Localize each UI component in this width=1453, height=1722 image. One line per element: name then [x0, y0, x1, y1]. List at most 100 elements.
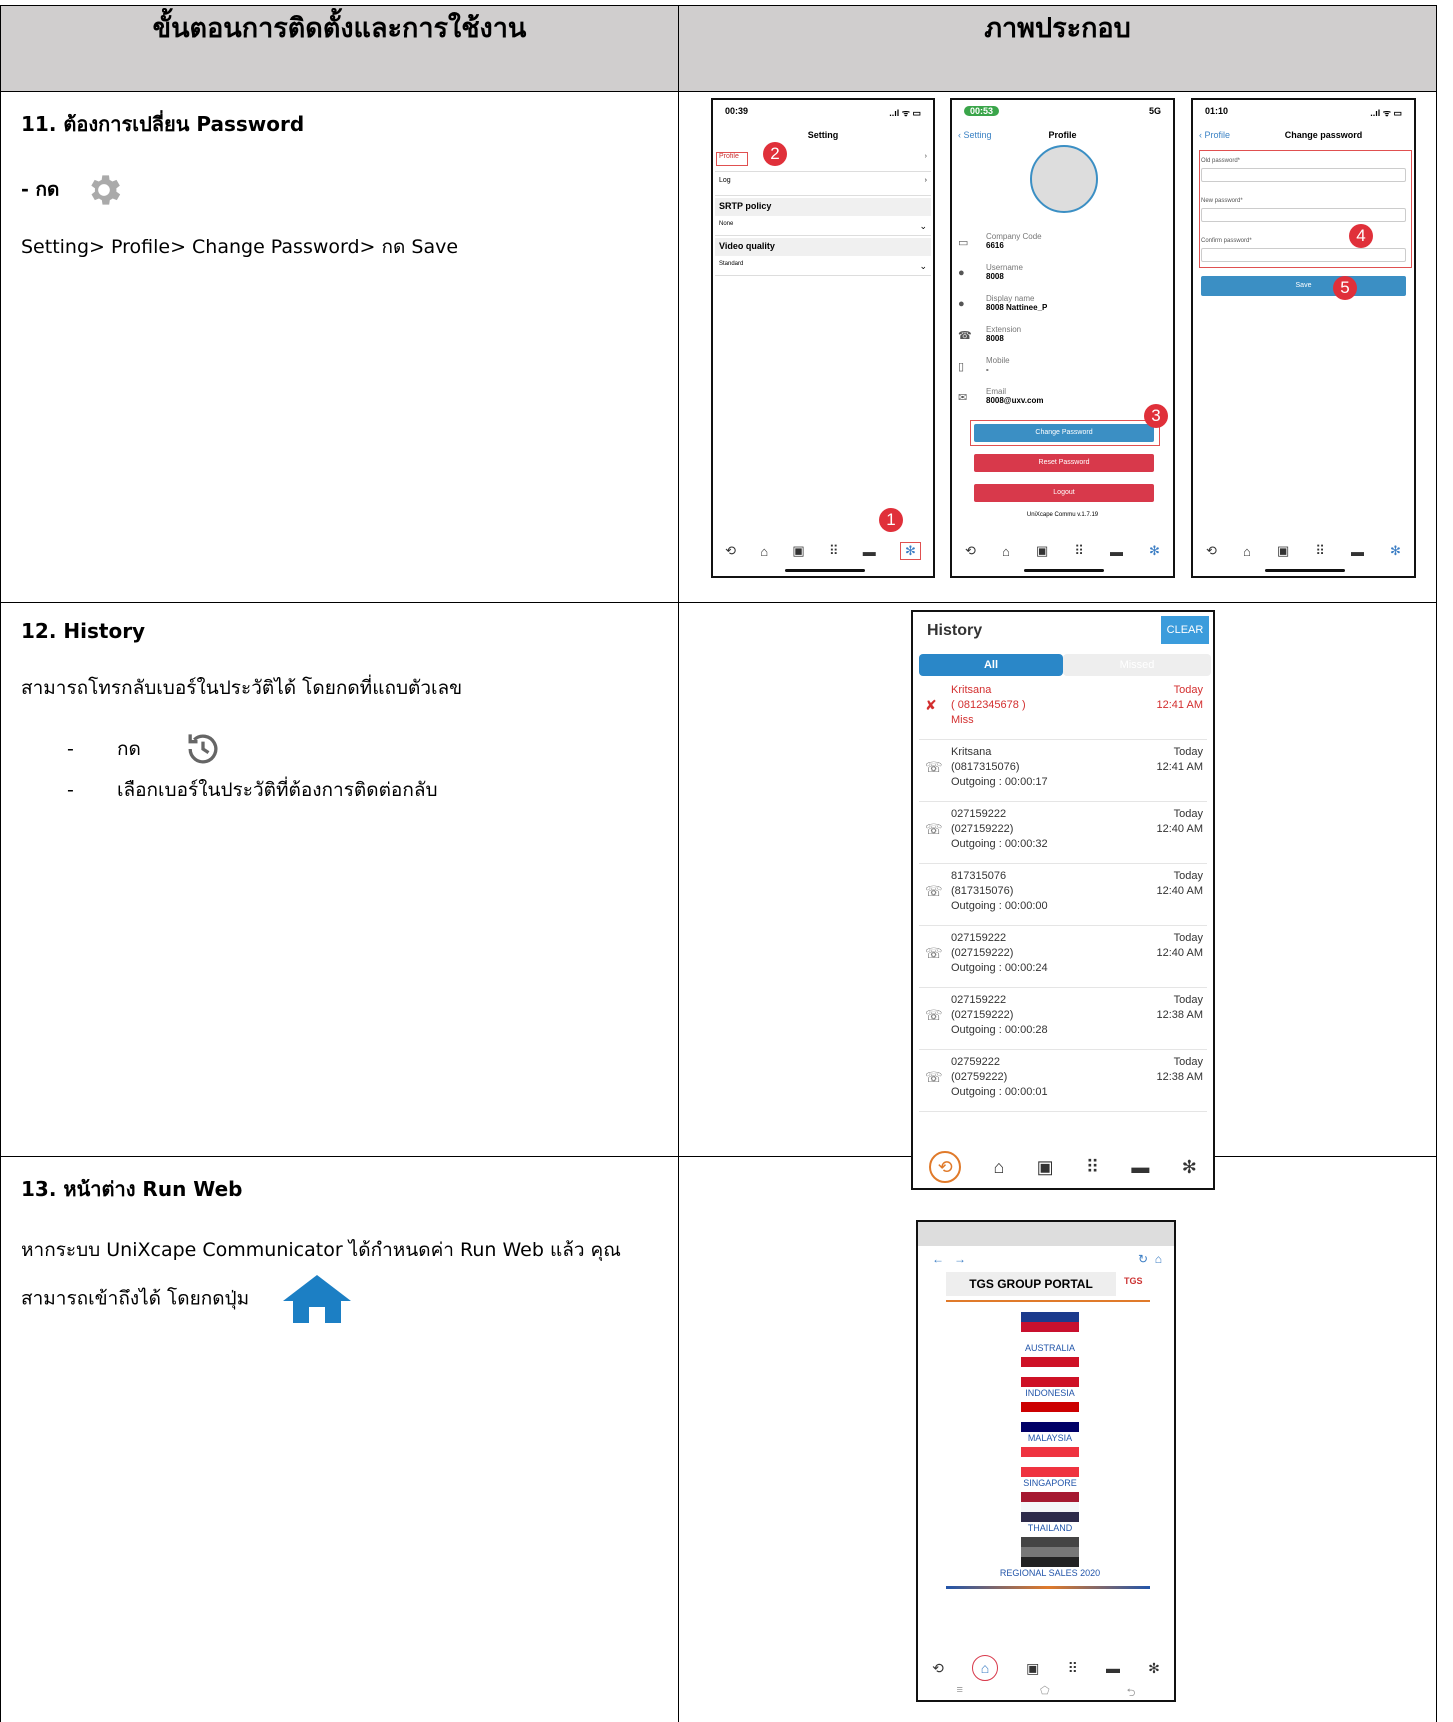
step-badge-4: 4: [1349, 224, 1373, 248]
person-icon: ●: [958, 267, 965, 279]
dialpad-tab-icon[interactable]: ⠿: [1068, 1660, 1078, 1677]
country-flag-image[interactable]: [1021, 1492, 1079, 1522]
history-entry[interactable]: ☏ 817315076 (817315076) Outgoing : 00:00:00…: [919, 864, 1207, 926]
chat-tab-icon[interactable]: ▬: [1110, 544, 1123, 559]
reset-password-button[interactable]: Reset Password: [974, 454, 1154, 472]
srtp-select[interactable]: None ⌄: [715, 218, 931, 236]
history-tab-icon[interactable]: ⟲: [1206, 543, 1217, 559]
chat-tab-icon[interactable]: ▬: [863, 544, 876, 559]
caller-number: (027159222): [951, 947, 1014, 959]
step12-bullet-2: - เลือกเบอร์ในประวัติที่ต้องการติดต่อกลั…: [67, 779, 438, 801]
chat-tab-icon[interactable]: ▬: [1351, 544, 1364, 559]
caller-number: (027159222): [951, 823, 1014, 835]
chevron-right-icon: ›: [924, 177, 927, 184]
chat-tab-icon[interactable]: ▬: [1106, 1660, 1120, 1676]
settings-tab-icon[interactable]: ✻: [899, 542, 921, 560]
home-tab-icon[interactable]: ⌂: [971, 1655, 998, 1681]
call-time: 12:40 AM: [1156, 947, 1203, 959]
chevron-down-icon: ⌄: [919, 261, 927, 271]
contacts-tab-icon[interactable]: ▣: [1026, 1660, 1039, 1677]
country-label[interactable]: MALAYSIA: [988, 1433, 1112, 1443]
person-icon: ●: [958, 298, 965, 310]
history-tab-icon[interactable]: ⟲: [932, 1660, 944, 1677]
history-entry[interactable]: ☏ 027159222 (027159222) Outgoing : 00:00:32…: [919, 802, 1207, 864]
contacts-tab-icon[interactable]: ▣: [1037, 1157, 1054, 1178]
company-code-field: ▭ Company Code 6616: [958, 232, 1042, 250]
badge-icon: ▭: [958, 237, 969, 249]
contacts-tab-icon[interactable]: ▣: [792, 543, 804, 559]
log-row[interactable]: Log ›: [715, 174, 931, 196]
history-entry[interactable]: ☏ 027159222 (027159222) Outgoing : 00:00:24…: [919, 926, 1207, 988]
country-label[interactable]: AUSTRALIA: [988, 1343, 1112, 1353]
dialpad-tab-icon[interactable]: ⠿: [829, 543, 839, 559]
confirm-password-input[interactable]: [1201, 248, 1406, 262]
back-icon[interactable]: ⮌: [1127, 1684, 1136, 1700]
dialpad-tab-icon[interactable]: ⠿: [1086, 1157, 1099, 1178]
back-to-profile[interactable]: ‹ Profile: [1199, 130, 1230, 140]
nav-arrows[interactable]: ← →: [932, 1252, 966, 1266]
phone-icon: ☎: [958, 330, 972, 342]
chat-tab-icon[interactable]: ▬: [1131, 1157, 1149, 1178]
clear-button[interactable]: CLEAR: [1161, 616, 1209, 644]
home-icon: [283, 1275, 352, 1323]
outgoing-call-icon: ☏: [925, 945, 943, 961]
new-password-input[interactable]: [1201, 208, 1406, 222]
change-password-button[interactable]: Change Password: [974, 424, 1154, 442]
history-icon: [188, 734, 218, 764]
email-field: ✉ Email 8008@uxv.com: [958, 387, 1044, 405]
menu-icon[interactable]: ≡: [957, 1684, 963, 1700]
home-tab-icon[interactable]: ⌂: [993, 1157, 1004, 1178]
logout-button[interactable]: Logout: [974, 484, 1154, 502]
header-illustration: ภาพประกอบ: [678, 5, 1437, 92]
status-bar: [918, 1222, 1174, 1246]
step13-text-cell: 13. หน้าต่าง Run Web หากระบบ UniXcape Co…: [0, 1156, 679, 1722]
call-time: 12:41 AM: [1156, 761, 1203, 773]
dialpad-tab-icon[interactable]: ⠿: [1074, 543, 1084, 559]
caller-name: 02759222: [951, 1056, 1000, 1068]
country-label[interactable]: SINGAPORE: [988, 1478, 1112, 1488]
history-screen: History CLEAR All Missed ✘ Kritsana ( 0812…: [911, 610, 1215, 1190]
video-select[interactable]: Standard ⌄: [715, 258, 931, 276]
dialpad-tab-icon[interactable]: ⠿: [1315, 543, 1325, 559]
call-day: Today: [1173, 932, 1203, 944]
save-button[interactable]: Save: [1201, 276, 1406, 296]
settings-tab-icon[interactable]: ✻: [1182, 1157, 1197, 1178]
country-flag-image[interactable]: [1021, 1357, 1079, 1387]
country-flag-image[interactable]: [1021, 1447, 1079, 1477]
country-label[interactable]: REGIONAL SALES 2020: [988, 1568, 1112, 1578]
history-entry[interactable]: ☏ 027159222 (027159222) Outgoing : 00:00:28…: [919, 988, 1207, 1050]
username-field: ● Username 8008: [958, 263, 1023, 281]
history-entry[interactable]: ✘ Kritsana ( 0812345678 ) Miss Today 12:41 AM: [919, 678, 1207, 740]
call-time: 12:38 AM: [1156, 1071, 1203, 1083]
home-tab-icon[interactable]: ⌂: [1002, 544, 1010, 559]
history-entry[interactable]: ☏ Kritsana (0817315076) Outgoing : 00:00:17…: [919, 740, 1207, 802]
contacts-tab-icon[interactable]: ▣: [1036, 543, 1048, 559]
tab-all[interactable]: All: [919, 654, 1063, 676]
history-entry[interactable]: ☏ 02759222 (02759222) Outgoing : 00:00:01 To…: [919, 1050, 1207, 1112]
country-flag-image[interactable]: [1021, 1402, 1079, 1432]
settings-tab-icon[interactable]: ✻: [1149, 543, 1160, 559]
history-tab-icon[interactable]: ⟲: [929, 1151, 962, 1183]
home-button-icon[interactable]: ⬠: [1040, 1684, 1050, 1700]
settings-tab-icon[interactable]: ✻: [1148, 1660, 1160, 1677]
tab-missed[interactable]: Missed: [1063, 654, 1211, 676]
home-tab-icon[interactable]: ⌂: [1243, 544, 1251, 559]
outgoing-call-icon: ☏: [925, 759, 943, 775]
contacts-tab-icon[interactable]: ▣: [1277, 543, 1289, 559]
avatar: [1030, 145, 1098, 213]
country-flag-image[interactable]: [1021, 1312, 1079, 1342]
old-password-input[interactable]: [1201, 168, 1406, 182]
history-tab-icon[interactable]: ⟲: [725, 543, 736, 559]
country-label[interactable]: THAILAND: [988, 1523, 1112, 1533]
chevron-down-icon: ⌄: [919, 221, 927, 231]
reload-home-icons[interactable]: ↻ ⌂: [1138, 1252, 1162, 1266]
step11-title: 11. ต้องการเปลี่ยน Password: [21, 112, 305, 136]
settings-tab-icon[interactable]: ✻: [1390, 543, 1401, 559]
history-tab-icon[interactable]: ⟲: [965, 543, 976, 559]
call-status: Outgoing : 00:00:00: [951, 900, 1048, 912]
country-flag-image[interactable]: [1021, 1537, 1079, 1567]
home-tab-icon[interactable]: ⌂: [760, 544, 768, 559]
caller-name: 817315076: [951, 870, 1007, 882]
country-label[interactable]: INDONESIA: [988, 1388, 1112, 1398]
extension-field: ☎ Extension 8008: [958, 325, 1022, 343]
